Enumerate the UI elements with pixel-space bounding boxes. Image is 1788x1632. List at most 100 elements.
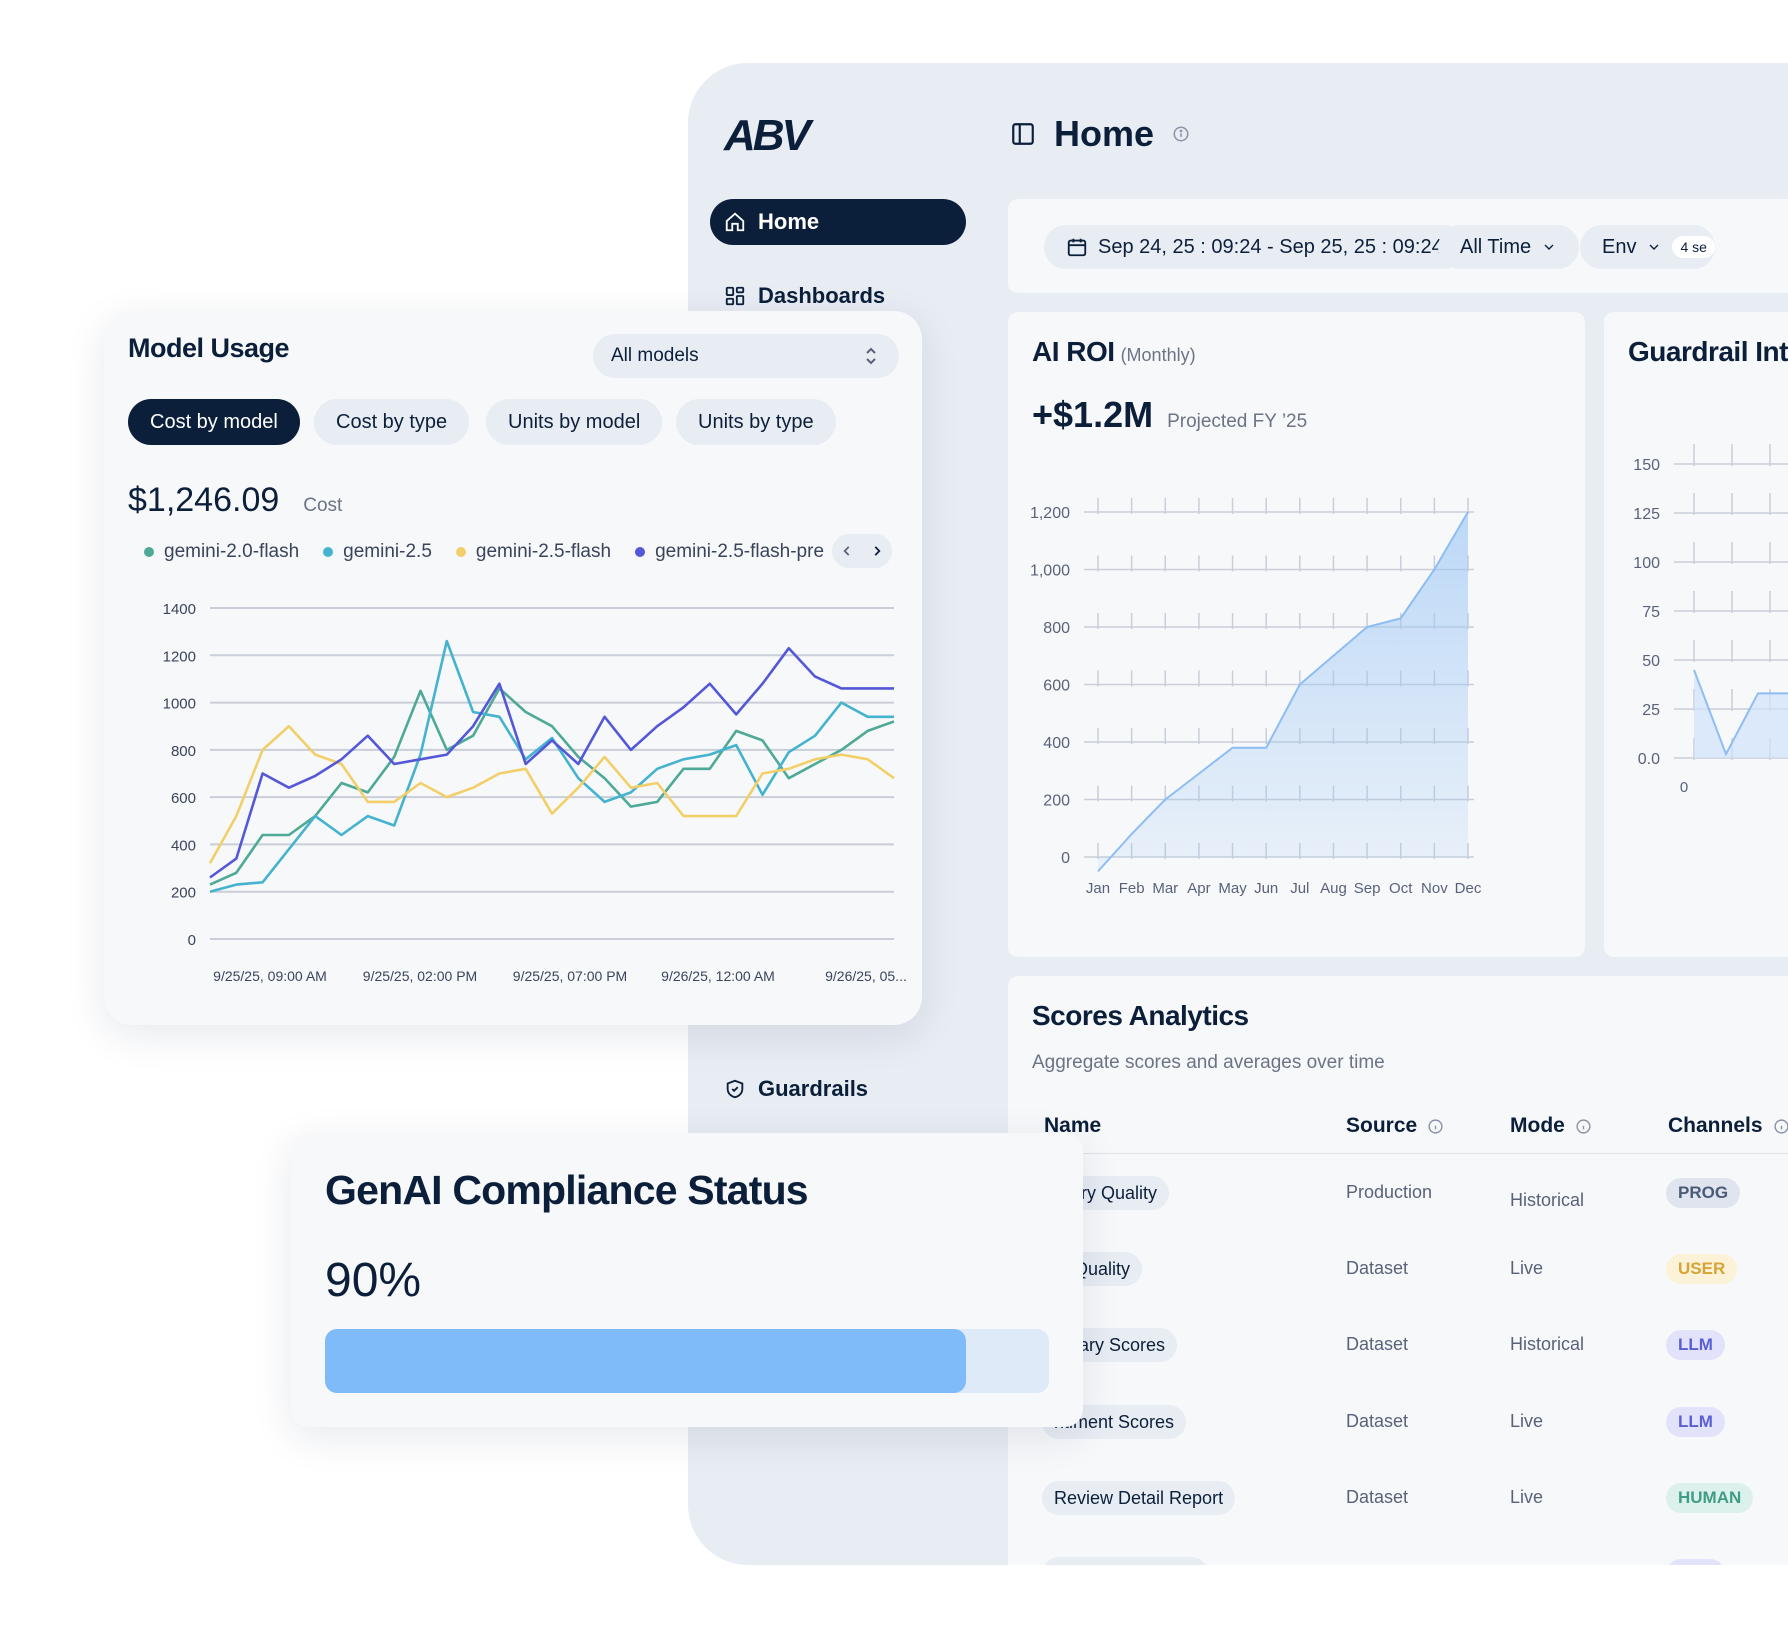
score-source: Dataset <box>1346 1411 1409 1431</box>
sidebar-item-label: Guardrails <box>758 1076 869 1101</box>
score-name-pill[interactable]: Review Detail Report <box>1042 1481 1236 1515</box>
channel-badge: LLM <box>1666 1407 1725 1437</box>
sidebar-item-label: Dashboards <box>758 283 886 308</box>
y-tick-label: 600 <box>171 790 196 807</box>
y-tick-label: 25 <box>1642 702 1660 719</box>
x-tick-label: 9/25/25, 02:00 PM <box>363 968 477 984</box>
column-header-mode[interactable]: Mode <box>1510 1114 1592 1138</box>
y-tick-label: 125 <box>1633 506 1660 523</box>
x-tick-label: Dec <box>1455 880 1482 897</box>
model-usage-card: Model Usage All models Cost by model Cos… <box>104 311 922 1025</box>
y-tick-label: 150 <box>1633 457 1660 474</box>
guardrail-chart: 0.0 25 50 75 100 125 150 0 <box>1633 444 1788 796</box>
series-line-1 <box>209 687 895 886</box>
score-source: Dataset <box>1346 1563 1408 1565</box>
series-line-3 <box>208 724 895 864</box>
column-header-channels[interactable]: Channels <box>1668 1114 1788 1138</box>
info-icon[interactable] <box>1172 125 1190 143</box>
time-preset-value: All Time <box>1460 235 1532 258</box>
compliance-card: GenAI Compliance Status 90% <box>291 1133 1083 1427</box>
x-tick-label: 9/25/25, 09:00 AM <box>213 968 327 984</box>
info-icon[interactable] <box>1773 1118 1788 1135</box>
time-preset-select[interactable]: All Time <box>1438 225 1580 269</box>
usage-chart: 0 200 400 600 800 1000 1200 1400 9/25/25, 09:00 … <box>163 601 907 984</box>
y-tick-label: 0 <box>1061 850 1070 867</box>
y-tick-label: 75 <box>1642 604 1660 621</box>
y-tick-label: 0 <box>188 932 196 949</box>
calendar-icon <box>1067 238 1087 257</box>
channel-badge: LLM <box>1666 1559 1725 1565</box>
info-icon[interactable] <box>1575 1118 1592 1135</box>
roi-chart: 0 200 400 600 800 1,000 1,200 Jan Feb Mar Apr May Ju… <box>1030 498 1482 897</box>
ai-roi-card: AI ROI (Monthly) +$1.2M Projected FY ’25… <box>1008 312 1585 957</box>
channel-badge: LLM <box>1666 1330 1725 1360</box>
date-range-value: Sep 24, 25 : 09:24 - Sep 25, 25 : 09:24 <box>1098 235 1443 258</box>
score-source: Dataset <box>1346 1258 1409 1278</box>
scores-analytics-card: Scores Analytics Aggregate scores and av… <box>1008 976 1788 1565</box>
grid-icon <box>725 286 745 306</box>
y-tick-label: 50 <box>1642 653 1660 670</box>
channel-badge: HUMAN <box>1666 1483 1754 1513</box>
x-tick-label: 0 <box>1680 779 1688 796</box>
score-source: Dataset <box>1346 1334 1409 1354</box>
x-tick-label: Feb <box>1119 880 1145 897</box>
x-tick-label: Jul <box>1290 880 1309 897</box>
x-tick-label: Oct <box>1389 880 1413 897</box>
y-tick-label: 800 <box>171 743 196 760</box>
date-range-picker[interactable]: Sep 24, 25 : 09:24 - Sep 25, 25 : 09:24 <box>1044 225 1465 269</box>
score-name-pill[interactable]: Sentiment Scores <box>1042 1557 1209 1565</box>
y-tick-label: 200 <box>1043 793 1070 810</box>
x-tick-label: Apr <box>1187 880 1210 897</box>
y-tick-label: 100 <box>1633 555 1660 572</box>
column-header-source[interactable]: Source <box>1346 1114 1444 1138</box>
compliance-title: GenAI Compliance Status <box>325 1167 809 1213</box>
env-select[interactable]: Env 4 se <box>1580 225 1715 269</box>
y-tick-label: 1200 <box>163 648 196 665</box>
roi-area <box>1098 512 1468 872</box>
filter-bar: Sep 24, 25 : 09:24 - Sep 25, 25 : 09:24 … <box>1008 199 1788 293</box>
scores-subtitle: Aggregate scores and averages over time <box>1032 1052 1385 1073</box>
y-tick-label: 1000 <box>163 696 196 713</box>
page-title: Home <box>1054 113 1155 154</box>
y-tick-label: 200 <box>171 885 196 902</box>
sidebar-item-label: Home <box>758 209 820 234</box>
x-tick-label: Jan <box>1086 880 1110 897</box>
sidebar-toggle-icon[interactable] <box>1010 121 1036 147</box>
guardrail-area <box>1694 669 1788 758</box>
compliance-progress-fill <box>325 1329 966 1393</box>
home-icon <box>725 212 745 232</box>
score-mode: Live <box>1510 1487 1544 1507</box>
chevron-down-icon <box>1649 244 1659 250</box>
info-icon[interactable] <box>1427 1118 1444 1135</box>
y-tick-label: 400 <box>171 837 196 854</box>
series-line-4 <box>209 646 894 879</box>
score-mode: Historical <box>1510 1334 1585 1354</box>
score-mode: Live <box>1510 1411 1544 1431</box>
score-mode: Live <box>1510 1563 1543 1565</box>
sidebar-item-guardrails[interactable]: Guardrails <box>710 1066 966 1112</box>
compliance-percent: 90% <box>325 1254 422 1307</box>
score-mode: Live <box>1510 1258 1544 1278</box>
x-tick-label: May <box>1218 880 1247 897</box>
y-tick-label: 400 <box>1043 735 1070 752</box>
guardrail-card: Guardrail Int 0.0 25 50 75 100 125 150 0 <box>1604 312 1788 957</box>
y-tick-label: 1400 <box>163 601 196 618</box>
x-tick-label: Jun <box>1254 880 1278 897</box>
score-source: Production <box>1346 1182 1433 1202</box>
score-mode: Historical <box>1510 1190 1585 1210</box>
x-tick-label: 9/26/25, 05... <box>825 968 907 984</box>
page-header: Home <box>1010 113 1190 155</box>
y-tick-label: 800 <box>1043 620 1070 637</box>
x-tick-label: Mar <box>1152 880 1178 897</box>
y-tick-label: 0.0 <box>1638 751 1660 768</box>
chevron-down-icon <box>1544 244 1554 250</box>
x-tick-label: Aug <box>1320 880 1347 897</box>
y-tick-label: 1,200 <box>1030 505 1070 522</box>
x-tick-label: 9/25/25, 07:00 PM <box>513 968 627 984</box>
sidebar-item-home[interactable]: Home <box>710 199 966 245</box>
channel-badge: USER <box>1666 1254 1738 1284</box>
env-count-badge: 4 se <box>1672 236 1715 258</box>
compliance-progress-track <box>325 1329 1049 1393</box>
x-tick-label: 9/26/25, 12:00 AM <box>661 968 775 984</box>
x-tick-label: Sep <box>1354 880 1381 897</box>
